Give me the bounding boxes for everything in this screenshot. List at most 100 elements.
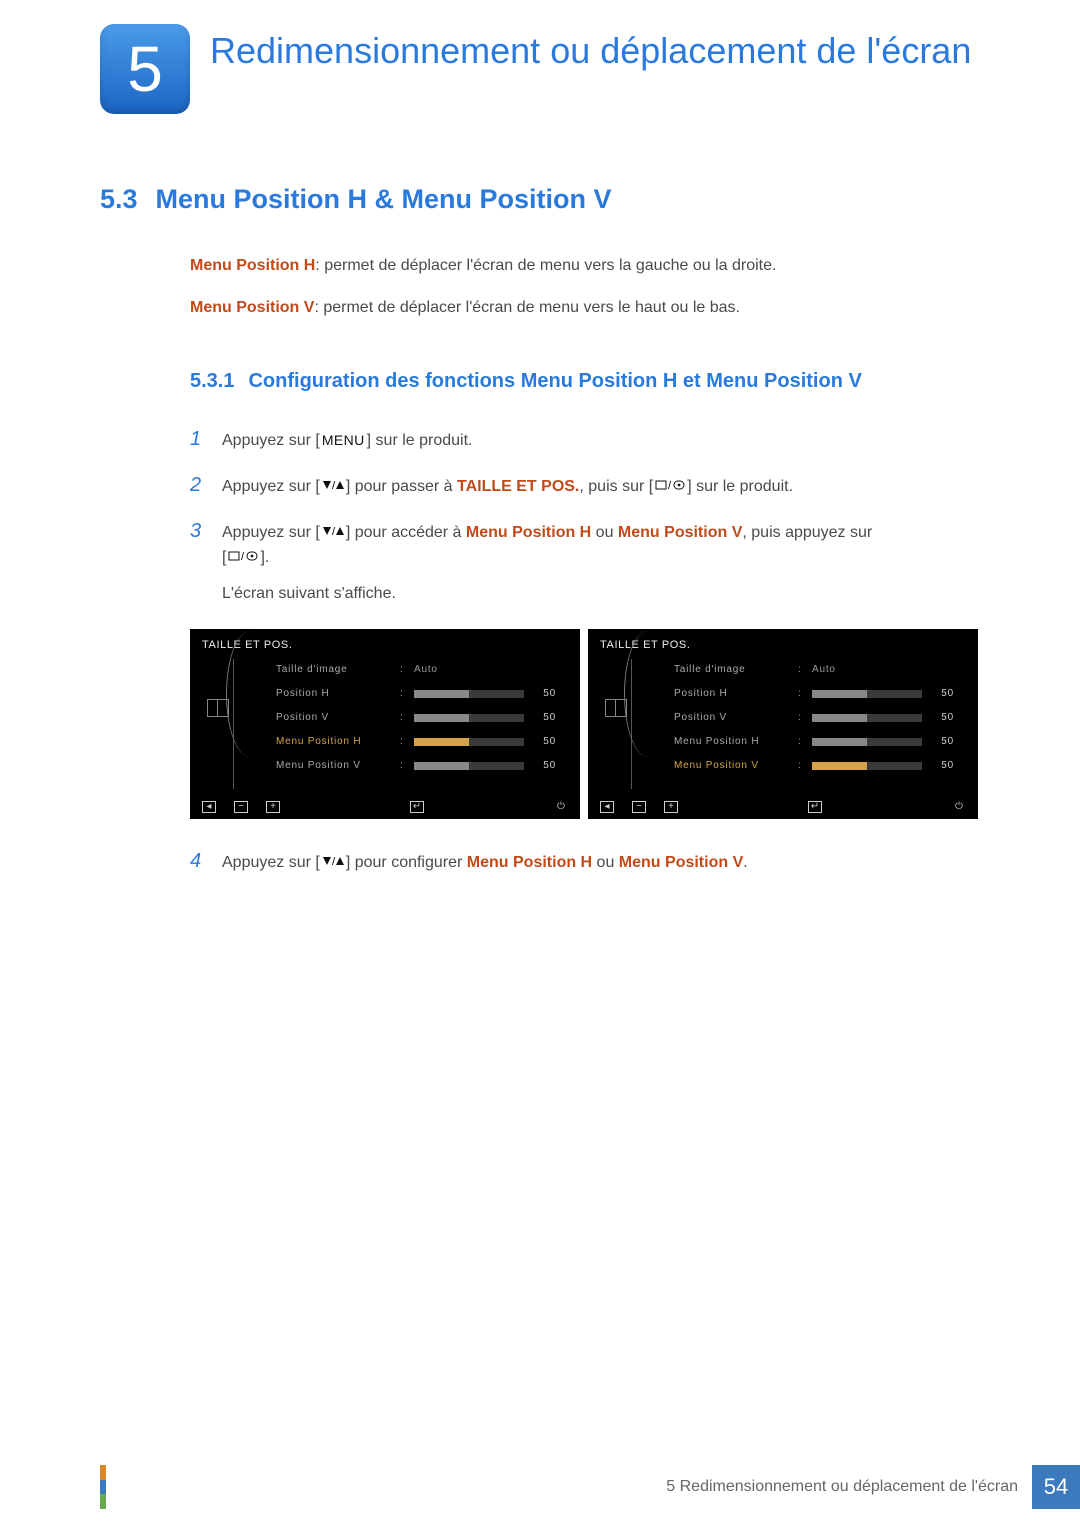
osd-panel-left: TAILLE ET POS.Taille d'image:AutoPositio… bbox=[190, 629, 580, 819]
svg-text:/: / bbox=[241, 551, 245, 562]
osd-slider-bar bbox=[414, 738, 524, 746]
osd-screenshots: TAILLE ET POS.Taille d'image:AutoPositio… bbox=[190, 629, 1000, 819]
osd-slider-bar bbox=[812, 762, 922, 770]
step-text: Appuyez sur [ bbox=[222, 854, 320, 871]
osd-value: 50 bbox=[928, 712, 954, 723]
step-text: . bbox=[743, 854, 747, 871]
osd-menu-item: Position V:50 bbox=[276, 709, 568, 727]
osd-slider-bar bbox=[812, 690, 922, 698]
step-text: ] pour accéder à bbox=[346, 524, 466, 541]
osd-menu-item: Position V:50 bbox=[674, 709, 966, 727]
step-text: Appuyez sur [ bbox=[222, 478, 320, 495]
osd-back-icon: ◂ bbox=[202, 801, 216, 813]
osd-value: Auto bbox=[414, 664, 464, 675]
osd-menu-item: Position H:50 bbox=[276, 685, 568, 703]
subsection-heading: 5.3.1Configuration des fonctions Menu Po… bbox=[190, 370, 1000, 393]
osd-item-label: Taille d'image bbox=[674, 664, 792, 675]
osd-menu-item: Taille d'image:Auto bbox=[674, 661, 966, 679]
footer-stripe bbox=[100, 1465, 106, 1509]
osd-slider-bar bbox=[414, 690, 524, 698]
steps-list-cont: 4 Appuyez sur [/] pour configurer Menu P… bbox=[190, 845, 1000, 877]
step-text: , puis sur [ bbox=[579, 478, 653, 495]
step-number: 3 bbox=[190, 515, 206, 547]
osd-value: 50 bbox=[928, 688, 954, 699]
osd-plus-icon: + bbox=[266, 801, 280, 813]
intro-v-label: Menu Position V bbox=[190, 299, 314, 316]
highlight: Menu Position H bbox=[467, 854, 592, 871]
highlight: Menu Position H bbox=[466, 524, 591, 541]
step-3: 3 Appuyez sur [ / ] pour accéder à Menu Po… bbox=[190, 515, 1000, 607]
osd-enter-icon: ↵ bbox=[808, 801, 822, 813]
down-up-key-icon: / bbox=[320, 525, 346, 537]
footer-page-number: 54 bbox=[1032, 1465, 1080, 1509]
step-number: 1 bbox=[190, 423, 206, 455]
section-title-text: Menu Position H & Menu Position V bbox=[156, 184, 612, 214]
osd-slider-bar bbox=[414, 714, 524, 722]
osd-control-bar: ◂ − + ↵ ⏻ bbox=[190, 801, 580, 813]
osd-item-label: Position H bbox=[276, 688, 394, 699]
osd-value: 50 bbox=[928, 736, 954, 747]
down-up-key-icon: / bbox=[320, 855, 346, 867]
highlight: TAILLE ET POS. bbox=[457, 478, 579, 495]
osd-value: Auto bbox=[812, 664, 862, 675]
osd-menu-item: Menu Position H:50 bbox=[276, 733, 568, 751]
osd-panel-right: TAILLE ET POS.Taille d'image:AutoPositio… bbox=[588, 629, 978, 819]
osd-control-bar: ◂ − + ↵ ⏻ bbox=[588, 801, 978, 813]
osd-item-label: Taille d'image bbox=[276, 664, 394, 675]
osd-menu-item: Menu Position V:50 bbox=[674, 757, 966, 775]
down-up-key-icon: / bbox=[320, 479, 346, 491]
page-footer: 5 Redimensionnement ou déplacement de l'… bbox=[0, 1465, 1080, 1509]
steps-list: 1 Appuyez sur [MENU] sur le produit. 2 A… bbox=[190, 423, 1000, 607]
osd-slider-bar bbox=[414, 762, 524, 770]
intro-h-line: Menu Position H: permet de déplacer l'éc… bbox=[190, 255, 1000, 277]
chapter-title: Redimensionnement ou déplacement de l'éc… bbox=[210, 24, 971, 73]
step-text: ] pour passer à bbox=[346, 478, 457, 495]
step-follow-text: L'écran suivant s'affiche. bbox=[222, 581, 872, 607]
step-text: , puis appuyez sur bbox=[742, 524, 872, 541]
step-2: 2 Appuyez sur [/] pour passer à TAILLE E… bbox=[190, 469, 1000, 501]
osd-item-label: Menu Position V bbox=[674, 760, 792, 771]
svg-text:/: / bbox=[332, 856, 336, 867]
chapter-header: 5 Redimensionnement ou déplacement de l'… bbox=[100, 0, 1000, 114]
menu-key: MENU bbox=[320, 429, 367, 451]
intro-h-label: Menu Position H bbox=[190, 257, 315, 274]
osd-value: 50 bbox=[530, 688, 556, 699]
step-text: ou bbox=[592, 854, 619, 871]
osd-menu-item: Menu Position H:50 bbox=[674, 733, 966, 751]
rect-enter-key-icon: / bbox=[226, 550, 260, 562]
svg-text:/: / bbox=[668, 480, 672, 491]
intro-h-text: : permet de déplacer l'écran de menu ver… bbox=[315, 257, 776, 274]
osd-item-label: Position H bbox=[674, 688, 792, 699]
osd-value: 50 bbox=[530, 736, 556, 747]
osd-enter-icon: ↵ bbox=[410, 801, 424, 813]
step-text: Appuyez sur [ bbox=[222, 524, 320, 541]
chapter-number-badge: 5 bbox=[100, 24, 190, 114]
footer-label: 5 Redimensionnement ou déplacement de l'… bbox=[652, 1465, 1032, 1509]
osd-value: 50 bbox=[530, 712, 556, 723]
osd-minus-icon: − bbox=[632, 801, 646, 813]
osd-menu-item: Taille d'image:Auto bbox=[276, 661, 568, 679]
svg-text:/: / bbox=[332, 526, 336, 537]
step-text: ] sur le produit. bbox=[367, 432, 473, 449]
step-number: 4 bbox=[190, 845, 206, 877]
osd-slider-bar bbox=[812, 714, 922, 722]
osd-plus-icon: + bbox=[664, 801, 678, 813]
osd-back-icon: ◂ bbox=[600, 801, 614, 813]
highlight: Menu Position V bbox=[619, 854, 743, 871]
osd-power-icon: ⏻ bbox=[952, 801, 966, 813]
highlight: Menu Position V bbox=[618, 524, 742, 541]
subsection-title-text: Configuration des fonctions Menu Positio… bbox=[248, 370, 861, 392]
osd-slider-bar bbox=[812, 738, 922, 746]
step-text: ]. bbox=[260, 549, 269, 566]
osd-item-label: Position V bbox=[674, 712, 792, 723]
osd-minus-icon: − bbox=[234, 801, 248, 813]
section-number: 5.3 bbox=[100, 184, 138, 214]
intro-v-text: : permet de déplacer l'écran de menu ver… bbox=[314, 299, 740, 316]
osd-item-label: Menu Position H bbox=[674, 736, 792, 747]
osd-item-label: Menu Position V bbox=[276, 760, 394, 771]
osd-value: 50 bbox=[530, 760, 556, 771]
intro-v-line: Menu Position V: permet de déplacer l'éc… bbox=[190, 297, 1000, 319]
osd-power-icon: ⏻ bbox=[554, 801, 568, 813]
osd-item-label: Menu Position H bbox=[276, 736, 394, 747]
step-text: ] sur le produit. bbox=[687, 478, 793, 495]
